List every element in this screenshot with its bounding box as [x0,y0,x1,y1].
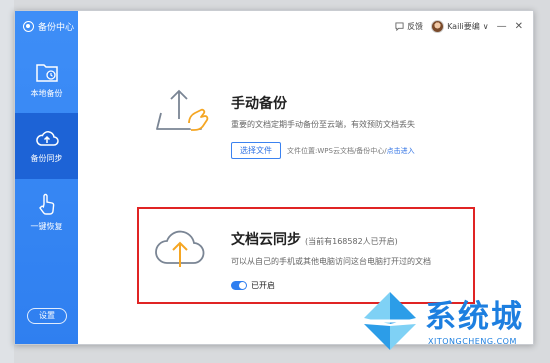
sidebar-item-sync[interactable]: 备份同步 [15,113,78,179]
watermark-url: XITONGCHENG.COM [428,337,517,346]
user-name: Kaili要编 [447,21,480,31]
minimize-button[interactable]: — [497,21,507,32]
cloud-sync-title-text: 文档云同步 [231,232,301,248]
cloud-sync-toggle-label: 已开启 [251,280,275,290]
cloud-sync-toggle-row: 已开启 [231,279,275,291]
cloud-sync-title: 文档云同步 (当前有168582人已开启) [231,229,398,249]
file-location: 文件位置:WPS云文档/备份中心/点击进入 [287,146,415,156]
desktop-background [0,0,14,363]
sidebar-item-label: 本地备份 [30,88,63,98]
close-button[interactable]: ✕ [515,21,523,32]
sidebar: 备份中心 本地备份 备份同步 一键恢复 设置 [15,11,78,344]
sidebar-item-label: 备份同步 [30,153,63,163]
sidebar-item-label: 一键恢复 [30,221,63,231]
watermark-logo-icon [364,292,416,350]
file-location-text: 文件位置:WPS云文档/备份中心/ [287,147,387,155]
hand-pointer-icon [38,193,54,215]
cloud-sync-toggle[interactable] [231,280,247,290]
cloud-sync-description: 可以从自己的手机或其他电脑访问这台电脑打开过的文档 [231,257,431,266]
open-location-link[interactable]: 点击进入 [387,147,415,155]
feedback-label: 反馈 [407,21,424,31]
feedback-icon [395,21,404,31]
user-menu[interactable]: Kaili要编 ∨ [431,19,489,33]
manual-backup-title: 手动备份 [231,96,287,112]
sidebar-item-restore[interactable]: 一键恢复 [15,179,78,245]
manual-upload-icon [156,89,209,131]
sidebar-item-local-backup[interactable]: 本地备份 [15,47,78,113]
feedback-button[interactable]: 反馈 [395,21,423,32]
app-title: 备份中心 [23,19,74,33]
settings-button[interactable]: 设置 [27,308,67,324]
chevron-down-icon: ∨ [482,21,489,31]
backup-logo-icon [23,20,34,32]
app-title-text: 备份中心 [38,22,75,33]
select-file-button[interactable]: 选择文件 [231,142,281,159]
folder-clock-icon [35,63,58,82]
cloud-sync-user-count: (当前有168582人已开启) [305,237,398,246]
watermark-text: 系统城 [425,299,524,335]
topbar: 反馈 Kaili要编 ∨ — ✕ [395,18,523,34]
cloud-upload-icon [35,130,59,146]
avatar [431,19,445,33]
cloud-sync-icon [155,230,205,267]
manual-backup-description: 重要的文档定期手动备份至云端，有效预防文档丢失 [231,120,415,129]
